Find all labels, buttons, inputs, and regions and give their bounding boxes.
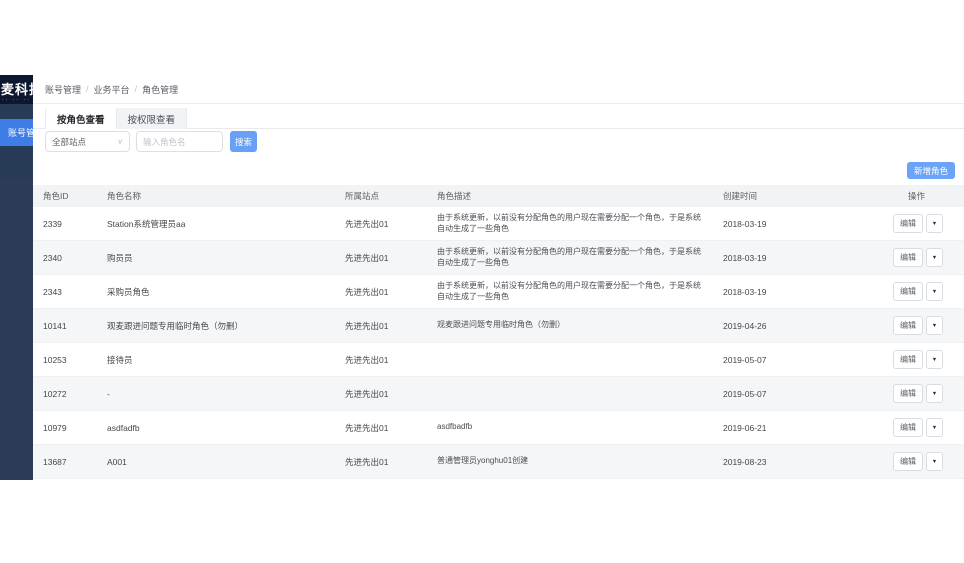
filter-bar: 全部站点 ∨ 搜索 xyxy=(45,131,257,152)
created-date-cell: 2019-05-07 xyxy=(713,389,875,399)
breadcrumb-item[interactable]: 业务平台 xyxy=(94,83,130,96)
column-header: 角色ID xyxy=(33,190,97,202)
site-cell: 先进先出01 xyxy=(335,354,427,366)
role-id-cell: 10253 xyxy=(33,355,97,365)
role-name-cell: A001 xyxy=(97,457,335,467)
edit-button[interactable]: 编辑 xyxy=(893,316,923,335)
table-row: 2340购员员先进先出01由于系统更新，以前没有分配角色的用户现在需要分配一个角… xyxy=(33,241,964,275)
table-row: 2339Station系统管理员aa先进先出01由于系统更新，以前没有分配角色的… xyxy=(33,207,964,241)
breadcrumb-item[interactable]: 角色管理 xyxy=(142,83,178,96)
edit-button[interactable]: 编辑 xyxy=(893,282,923,301)
table-row: 10253接待员先进先出012019-05-07编辑▼ xyxy=(33,343,964,377)
role-id-cell: 2343 xyxy=(33,287,97,297)
column-header: 角色描述 xyxy=(427,190,713,202)
role-name-cell: Station系统管理员aa xyxy=(97,218,335,230)
breadcrumb: 账号管理 / 业务平台 / 角色管理 xyxy=(33,75,964,104)
role-desc-cell: 观麦跟进问题专用临时角色（勿删） xyxy=(427,320,713,331)
role-desc-cell: 由于系统更新，以前没有分配角色的用户现在需要分配一个角色，于是系统自动生成了一些… xyxy=(427,213,713,235)
role-name-cell: 观麦跟进问题专用临时角色（勿删） xyxy=(97,320,335,332)
chevron-down-icon: ∨ xyxy=(117,138,123,145)
site-cell: 先进先出01 xyxy=(335,286,427,298)
add-role-button[interactable]: 新增角色 xyxy=(907,162,955,179)
role-name-cell: 接待员 xyxy=(97,354,335,366)
tab-bar: 按角色查看按权限查看 xyxy=(33,108,964,129)
breadcrumb-separator: / xyxy=(135,84,138,94)
more-actions-dropdown-button[interactable]: ▼ xyxy=(926,316,943,335)
edit-button[interactable]: 编辑 xyxy=(893,248,923,267)
role-name-cell: - xyxy=(97,389,335,399)
table-row: 10979asdfadfb先进先出01asdfbadfb2019-06-21编辑… xyxy=(33,411,964,445)
site-cell: 先进先出01 xyxy=(335,388,427,400)
operations-cell: 编辑▼ xyxy=(875,452,964,471)
site-cell: 先进先出01 xyxy=(335,320,427,332)
created-date-cell: 2018-03-19 xyxy=(713,219,875,229)
created-date-cell: 2018-03-19 xyxy=(713,287,875,297)
more-actions-dropdown-button[interactable]: ▼ xyxy=(926,248,943,267)
site-cell: 先进先出01 xyxy=(335,456,427,468)
operations-cell: 编辑▼ xyxy=(875,350,964,369)
operations-cell: 编辑▼ xyxy=(875,316,964,335)
operations-cell: 编辑▼ xyxy=(875,214,964,233)
role-id-cell: 10272 xyxy=(33,389,97,399)
operations-cell: 编辑▼ xyxy=(875,282,964,301)
breadcrumb-item[interactable]: 账号管理 xyxy=(45,83,81,96)
more-actions-dropdown-button[interactable]: ▼ xyxy=(926,384,943,403)
created-date-cell: 2019-04-26 xyxy=(713,321,875,331)
tab-inactive[interactable]: 按权限查看 xyxy=(117,108,188,129)
roles-table: 角色ID角色名称所属站点角色描述创建时间操作 2339Station系统管理员a… xyxy=(33,185,964,479)
role-desc-cell: asdfbadfb xyxy=(427,422,713,433)
table-row: 2343采购员角色先进先出01由于系统更新，以前没有分配角色的用户现在需要分配一… xyxy=(33,275,964,309)
role-id-cell: 10979 xyxy=(33,423,97,433)
operations-cell: 编辑▼ xyxy=(875,384,964,403)
edit-button[interactable]: 编辑 xyxy=(893,418,923,437)
site-cell: 先进先出01 xyxy=(335,218,427,230)
breadcrumb-separator: / xyxy=(86,84,89,94)
created-date-cell: 2019-06-21 xyxy=(713,423,875,433)
more-actions-dropdown-button[interactable]: ▼ xyxy=(926,452,943,471)
site-select-value: 全部站点 xyxy=(52,136,86,148)
more-actions-dropdown-button[interactable]: ▼ xyxy=(926,282,943,301)
edit-button[interactable]: 编辑 xyxy=(893,350,923,369)
page: 视麦科技 ·· ·· ·· ·· ·· ·· 账号管理 ▸ 账号管理/业务平台/… xyxy=(0,0,964,563)
table-body: 2339Station系统管理员aa先进先出01由于系统更新，以前没有分配角色的… xyxy=(33,207,964,479)
created-date-cell: 2019-05-07 xyxy=(713,355,875,365)
edit-button[interactable]: 编辑 xyxy=(893,214,923,233)
role-name-cell: 购员员 xyxy=(97,252,335,264)
role-id-cell: 2340 xyxy=(33,253,97,263)
edit-button[interactable]: 编辑 xyxy=(893,452,923,471)
role-name-cell: asdfadfb xyxy=(97,423,335,433)
created-date-cell: 2019-08-23 xyxy=(713,457,875,467)
site-cell: 先进先出01 xyxy=(335,422,427,434)
role-name-input[interactable] xyxy=(136,131,223,152)
site-cell: 先进先出01 xyxy=(335,252,427,264)
site-select[interactable]: 全部站点 ∨ xyxy=(45,131,130,152)
table-header-row: 角色ID角色名称所属站点角色描述创建时间操作 xyxy=(33,185,964,207)
more-actions-dropdown-button[interactable]: ▼ xyxy=(926,350,943,369)
role-id-cell: 10141 xyxy=(33,321,97,331)
column-header: 所属站点 xyxy=(335,190,427,202)
tab-active[interactable]: 按角色查看 xyxy=(45,108,117,129)
table-row: 10272-先进先出012019-05-07编辑▼ xyxy=(33,377,964,411)
column-header: 操作 xyxy=(875,190,964,202)
role-id-cell: 13687 xyxy=(33,457,97,467)
column-header: 创建时间 xyxy=(713,190,875,202)
role-desc-cell: 普通管理员yonghu01创建 xyxy=(427,456,713,467)
role-name-cell: 采购员角色 xyxy=(97,286,335,298)
main-content: 账号管理 / 业务平台 / 角色管理 按角色查看按权限查看 全部站点 ∨ 搜索 新增角色… xyxy=(33,75,964,480)
table-row: 13687A001先进先出01普通管理员yonghu01创建2019-08-23… xyxy=(33,445,964,479)
column-header: 角色名称 xyxy=(97,190,335,202)
operations-cell: 编辑▼ xyxy=(875,248,964,267)
operations-cell: 编辑▼ xyxy=(875,418,964,437)
role-desc-cell: 由于系统更新，以前没有分配角色的用户现在需要分配一个角色，于是系统自动生成了一些… xyxy=(427,247,713,269)
role-id-cell: 2339 xyxy=(33,219,97,229)
table-row: 10141观麦跟进问题专用临时角色（勿删）先进先出01观麦跟进问题专用临时角色（… xyxy=(33,309,964,343)
role-desc-cell: 由于系统更新，以前没有分配角色的用户现在需要分配一个角色，于是系统自动生成了一些… xyxy=(427,281,713,303)
more-actions-dropdown-button[interactable]: ▼ xyxy=(926,214,943,233)
more-actions-dropdown-button[interactable]: ▼ xyxy=(926,418,943,437)
created-date-cell: 2018-03-19 xyxy=(713,253,875,263)
search-button[interactable]: 搜索 xyxy=(230,131,257,152)
edit-button[interactable]: 编辑 xyxy=(893,384,923,403)
